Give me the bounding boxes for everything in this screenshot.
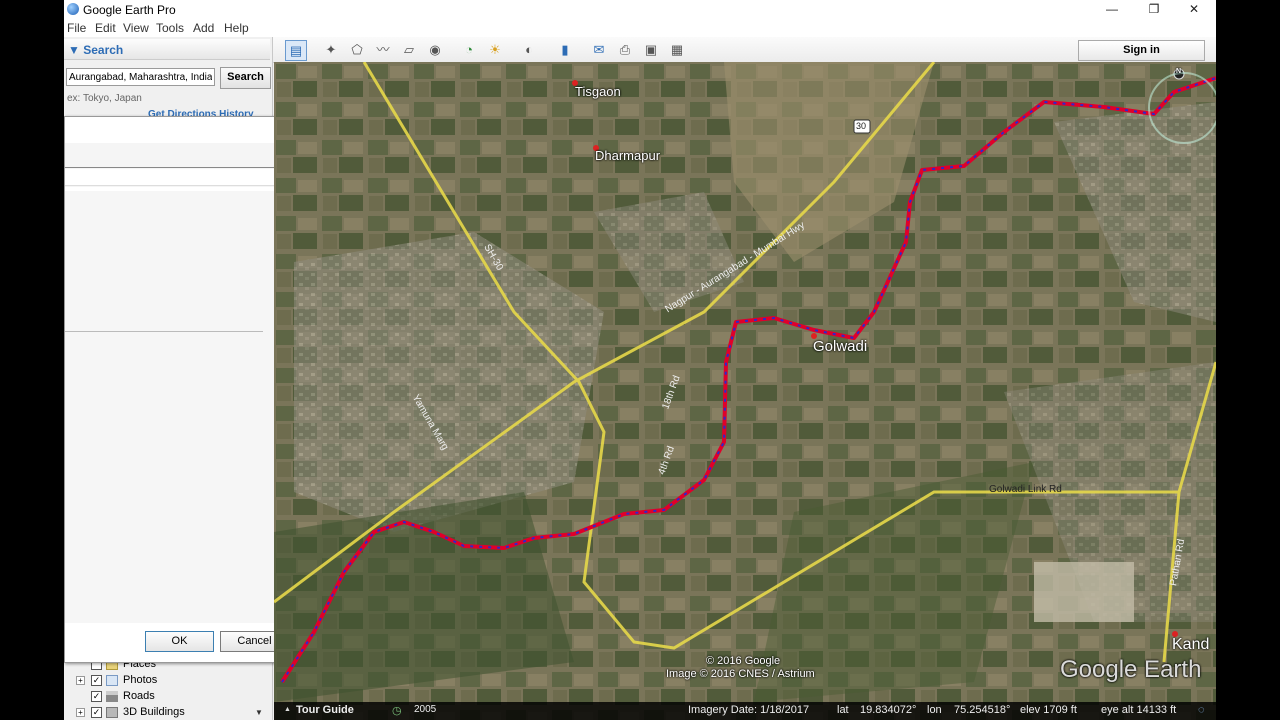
properties-dialog: OK Cancel <box>64 116 300 663</box>
menu-bar: File Edit View Tools Add Help <box>64 19 1216 37</box>
add-path-icon[interactable]: 〰 <box>373 40 393 59</box>
google-earth-watermark: Google Earth <box>1060 656 1202 683</box>
expand-icon[interactable]: + <box>76 676 85 685</box>
search-button[interactable]: Search <box>220 67 271 89</box>
copyright-google: © 2016 Google <box>706 655 781 667</box>
tree-label-roads: Roads <box>123 690 155 702</box>
tree-item-photos[interactable]: + ✓ Photos <box>68 673 268 689</box>
place-label-kand: Kand <box>1172 636 1210 653</box>
add-image-overlay-icon[interactable]: ▱ <box>399 40 419 59</box>
place-label-dharmapur: Dharmapur <box>595 148 661 163</box>
lat-label: lat <box>837 704 849 716</box>
map-view[interactable]: Tisgaon Dharmapur Golwadi Kand 30 Nagpur… <box>274 62 1216 720</box>
streaming-indicator-icon: ◌ <box>1198 704 1205 716</box>
sunlight-icon[interactable]: ☀ <box>485 40 505 59</box>
imagery-date: Imagery Date: 1/18/2017 <box>688 704 810 716</box>
lon-label: lon <box>927 704 942 716</box>
building-icon <box>106 707 118 718</box>
search-panel-title: ▼ Search <box>68 43 124 57</box>
add-placemark-icon[interactable]: ✦ <box>321 40 341 59</box>
tour-guide-button[interactable]: Tour Guide <box>296 704 354 716</box>
window-title: Google Earth Pro <box>83 3 176 17</box>
lon-value: 75.254518° <box>954 704 1011 716</box>
road-label-golwadi-link: Golwadi Link Rd <box>989 484 1062 495</box>
divider <box>65 331 263 332</box>
add-polygon-icon[interactable]: ⬠ <box>347 40 367 59</box>
buildings-checkbox[interactable]: ✓ <box>91 707 102 718</box>
scroll-down-arrow-icon[interactable]: ▼ <box>253 707 265 719</box>
email-icon[interactable]: ✉ <box>589 40 609 59</box>
save-image-icon[interactable]: ▣ <box>641 40 661 59</box>
view-in-maps-icon[interactable]: ▦ <box>667 40 687 59</box>
tree-label-3d-buildings: 3D Buildings <box>123 706 185 718</box>
compass-north-icon[interactable]: N <box>1176 68 1181 75</box>
tree-label-photos: Photos <box>123 674 158 686</box>
menu-edit[interactable]: Edit <box>95 21 116 35</box>
map-imagery <box>274 62 1216 720</box>
menu-view[interactable]: View <box>123 21 149 35</box>
menu-tools[interactable]: Tools <box>156 21 184 35</box>
tree-item-3d-buildings[interactable]: + ✓ 3D Buildings <box>68 705 268 720</box>
menu-add[interactable]: Add <box>193 21 214 35</box>
copyright-imagery: Image © 2016 CNES / Astrium <box>666 668 815 680</box>
toolbar: ▤ ✦ ⬠ 〰 ▱ ◉ ◔ ☀ ◐ ▮ ✉ ⎙ ▣ ▦ Sign in <box>273 37 1216 63</box>
ruler-icon[interactable]: ▮ <box>555 40 575 59</box>
search-input[interactable] <box>66 68 215 86</box>
imagery-year: 2005 <box>414 704 437 715</box>
menu-help[interactable]: Help <box>224 21 249 35</box>
google-earth-window: Google Earth Pro — ❐ ✕ File Edit View To… <box>64 0 1216 720</box>
tour-guide-arrow-icon[interactable]: ▲ <box>284 706 291 713</box>
expand-icon[interactable]: + <box>76 708 85 717</box>
roads-checkbox[interactable]: ✓ <box>91 691 102 702</box>
photo-icon <box>106 675 118 686</box>
search-panel-header[interactable]: ▼ Search <box>64 39 270 60</box>
dialog-body <box>65 191 288 623</box>
status-bar: ▲ Tour Guide ◷ 2005 Imagery Date: 1/18/2… <box>274 702 1216 720</box>
title-bar: Google Earth Pro — ❐ ✕ <box>64 0 1216 19</box>
planets-icon[interactable]: ◐ <box>519 40 539 59</box>
record-tour-icon[interactable]: ◉ <box>425 40 445 59</box>
sidebar-toggle-icon[interactable]: ▤ <box>285 40 307 61</box>
place-label-golwadi: Golwadi <box>813 338 868 355</box>
road-icon <box>106 691 118 702</box>
menu-file[interactable]: File <box>67 21 86 35</box>
ok-button[interactable]: OK <box>145 631 214 652</box>
historical-clock-icon[interactable]: ◷ <box>392 704 402 717</box>
sign-in-button[interactable]: Sign in <box>1078 40 1205 61</box>
print-icon[interactable]: ⎙ <box>615 40 635 59</box>
eye-altitude: eye alt 14133 ft <box>1101 704 1177 716</box>
search-hint: ex: Tokyo, Japan <box>67 93 142 104</box>
maximize-button[interactable]: ❐ <box>1134 1 1174 18</box>
lat-value: 19.834072° <box>860 704 917 716</box>
divider <box>65 167 285 168</box>
elevation: elev 1709 ft <box>1020 704 1077 716</box>
minimize-button[interactable]: — <box>1092 1 1132 18</box>
photos-checkbox[interactable]: ✓ <box>91 675 102 686</box>
dialog-name-field[interactable] <box>65 169 285 186</box>
place-label-tisgaon: Tisgaon <box>575 84 621 99</box>
close-button[interactable]: ✕ <box>1174 1 1214 18</box>
tree-item-roads[interactable]: ✓ Roads <box>68 689 268 705</box>
google-earth-logo-icon <box>67 3 79 15</box>
highway-shield-label: 30 <box>856 121 867 131</box>
historical-imagery-icon[interactable]: ◔ <box>459 40 479 59</box>
